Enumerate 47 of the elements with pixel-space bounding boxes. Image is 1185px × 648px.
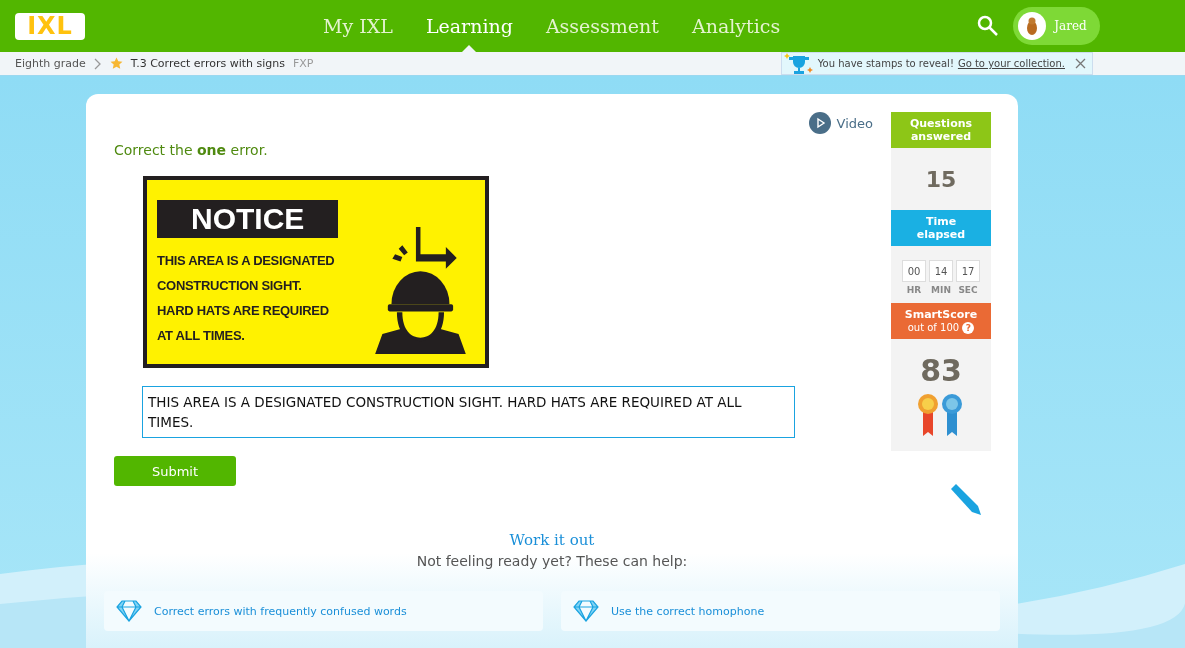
answer-field[interactable]: THIS AREA IS A DESIGNATED CONSTRUCTION SIGHT. HARD HATS ARE REQUIRED AT ALL TIMES. [142,386,795,438]
notice-text: You have stamps to reveal! [817,58,954,69]
sign-text: HARD HATS ARE REQUIRED [157,302,330,320]
suggested-skill-link[interactable]: Use the correct homophone [561,591,1000,631]
time-header: Time elapsed [891,210,991,246]
questions-header: Questions answered [891,112,991,148]
sign-text: THIS AREA IS A DESIGNATED [157,252,336,270]
search-icon[interactable] [977,15,1000,37]
nav-tab[interactable]: Learning [425,0,513,52]
sign-title: NOTICE [157,200,339,238]
submit-button[interactable]: Submit [114,456,236,486]
timer-value: 17 [956,260,980,282]
user-name: Jared [1054,19,1087,33]
timer-unit: SEC [958,285,978,295]
work-it-out-title: Work it out [509,531,595,549]
user-menu[interactable]: Jared [1013,7,1101,45]
play-icon [808,112,831,134]
trophy-icon [783,52,814,75]
questions-count: 15 [925,166,957,192]
breadcrumb-link[interactable]: Eighth grade [15,57,86,70]
timer-value: 00 [902,260,926,282]
diamond-icon [573,600,599,622]
smartscore-range: out of 100 [907,322,960,333]
nav-tab[interactable]: My IXL [323,0,393,52]
sign-text: AT ALL TIMES. [157,327,246,345]
timer-value: 14 [929,260,953,282]
ixl-logo[interactable]: IXL [15,12,85,40]
timer-unit: MIN [931,285,951,295]
close-icon[interactable] [1075,58,1086,69]
nav-tab[interactable]: Analytics [692,0,781,52]
question-prompt: Correct the one error. [114,142,268,158]
nav-tab[interactable]: Assessment [545,0,659,52]
collection-link[interactable]: Go to your collection. [957,58,1065,69]
skill-title: T.3 Correct errors with signs [130,57,285,70]
skill-code: FXP [292,57,314,70]
avatar-icon [1018,12,1047,40]
diamond-icon [116,600,142,622]
work-it-out-subtitle: Not feeling ready yet? These can help: [416,553,688,569]
smartscore-value: 83 [920,352,962,388]
smartscore-label: SmartScore [904,308,978,321]
star-icon [109,57,123,70]
chevron-icon [93,57,102,70]
suggested-skill-link[interactable]: Correct errors with frequently confused words [104,591,543,631]
timer-unit: HR [906,285,922,295]
video-link[interactable]: Video [808,112,873,134]
help-icon[interactable]: ? [962,322,975,334]
sign-text: CONSTRUCTION SIGHT. [157,277,303,295]
